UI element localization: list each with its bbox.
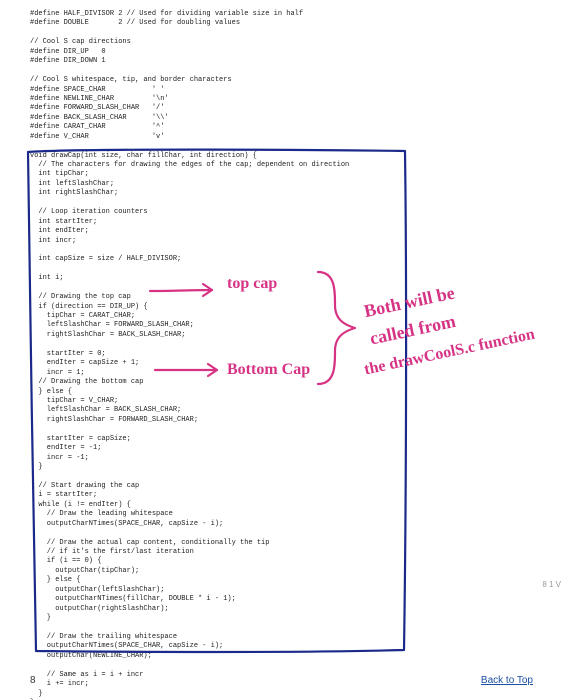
document-page: #define HALF_DIVISOR 2 // Used for divid… xyxy=(0,0,563,700)
page-number: 8 xyxy=(30,675,36,686)
page-footer: 8 Back to Top xyxy=(30,675,533,686)
right-edge-marks: 8 1 V xyxy=(542,580,561,589)
code-block: #define HALF_DIVISOR 2 // Used for divid… xyxy=(30,10,549,700)
back-to-top-link[interactable]: Back to Top xyxy=(481,675,533,686)
